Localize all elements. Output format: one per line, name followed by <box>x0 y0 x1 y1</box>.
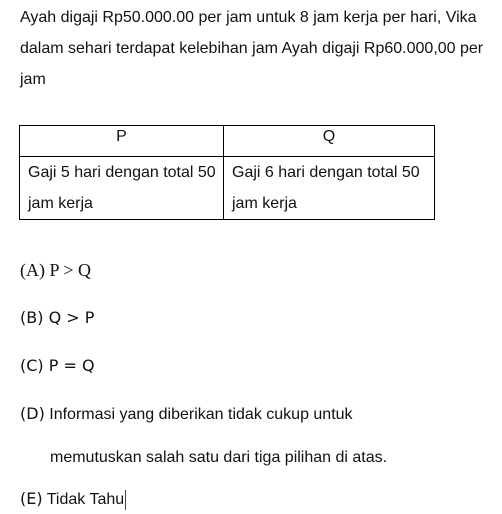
option-c-text: P = Q <box>48 356 95 375</box>
option-d[interactable]: (D) Informasi yang diberikan tidak cukup… <box>20 402 387 466</box>
table-row: Gaji 5 hari dengan total 50 jam kerja Ga… <box>19 156 435 220</box>
comparison-table: P Q Gaji 5 hari dengan total 50 jam kerj… <box>19 125 435 220</box>
option-b[interactable]: (B) Q > P <box>20 306 94 330</box>
option-b-letter: (B) <box>20 308 44 327</box>
table-cell-q: Gaji 6 hari dengan total 50 jam kerja <box>223 156 435 220</box>
table-header-q: Q <box>223 125 435 157</box>
option-e[interactable]: (E) Tidak Tahu <box>20 487 127 512</box>
option-e-letter: (E) <box>20 489 43 508</box>
table-cell-p: Gaji 5 hari dengan total 50 jam kerja <box>19 156 224 220</box>
table-header-p: P <box>19 125 224 157</box>
option-d-continuation: memutuskan salah satu dari tiga pilihan … <box>50 449 388 466</box>
option-d-letter: (D) <box>20 404 45 423</box>
option-c[interactable]: (C) P = Q <box>20 354 95 378</box>
option-d-text: Informasi yang diberikan tidak cukup unt… <box>49 406 353 423</box>
text-cursor <box>125 489 127 510</box>
problem-statement: Ayah digaji Rp50.000.00 per jam untuk 8 … <box>20 9 484 88</box>
option-a-text: P > Q <box>49 260 92 280</box>
option-a[interactable]: (A) P > Q <box>20 258 91 282</box>
option-c-letter: (C) <box>20 356 44 375</box>
option-b-text: Q > P <box>48 308 95 327</box>
option-a-letter: (A) <box>20 260 45 280</box>
option-e-text: Tidak Tahu <box>46 491 125 508</box>
table-header-row: P Q <box>19 125 435 157</box>
